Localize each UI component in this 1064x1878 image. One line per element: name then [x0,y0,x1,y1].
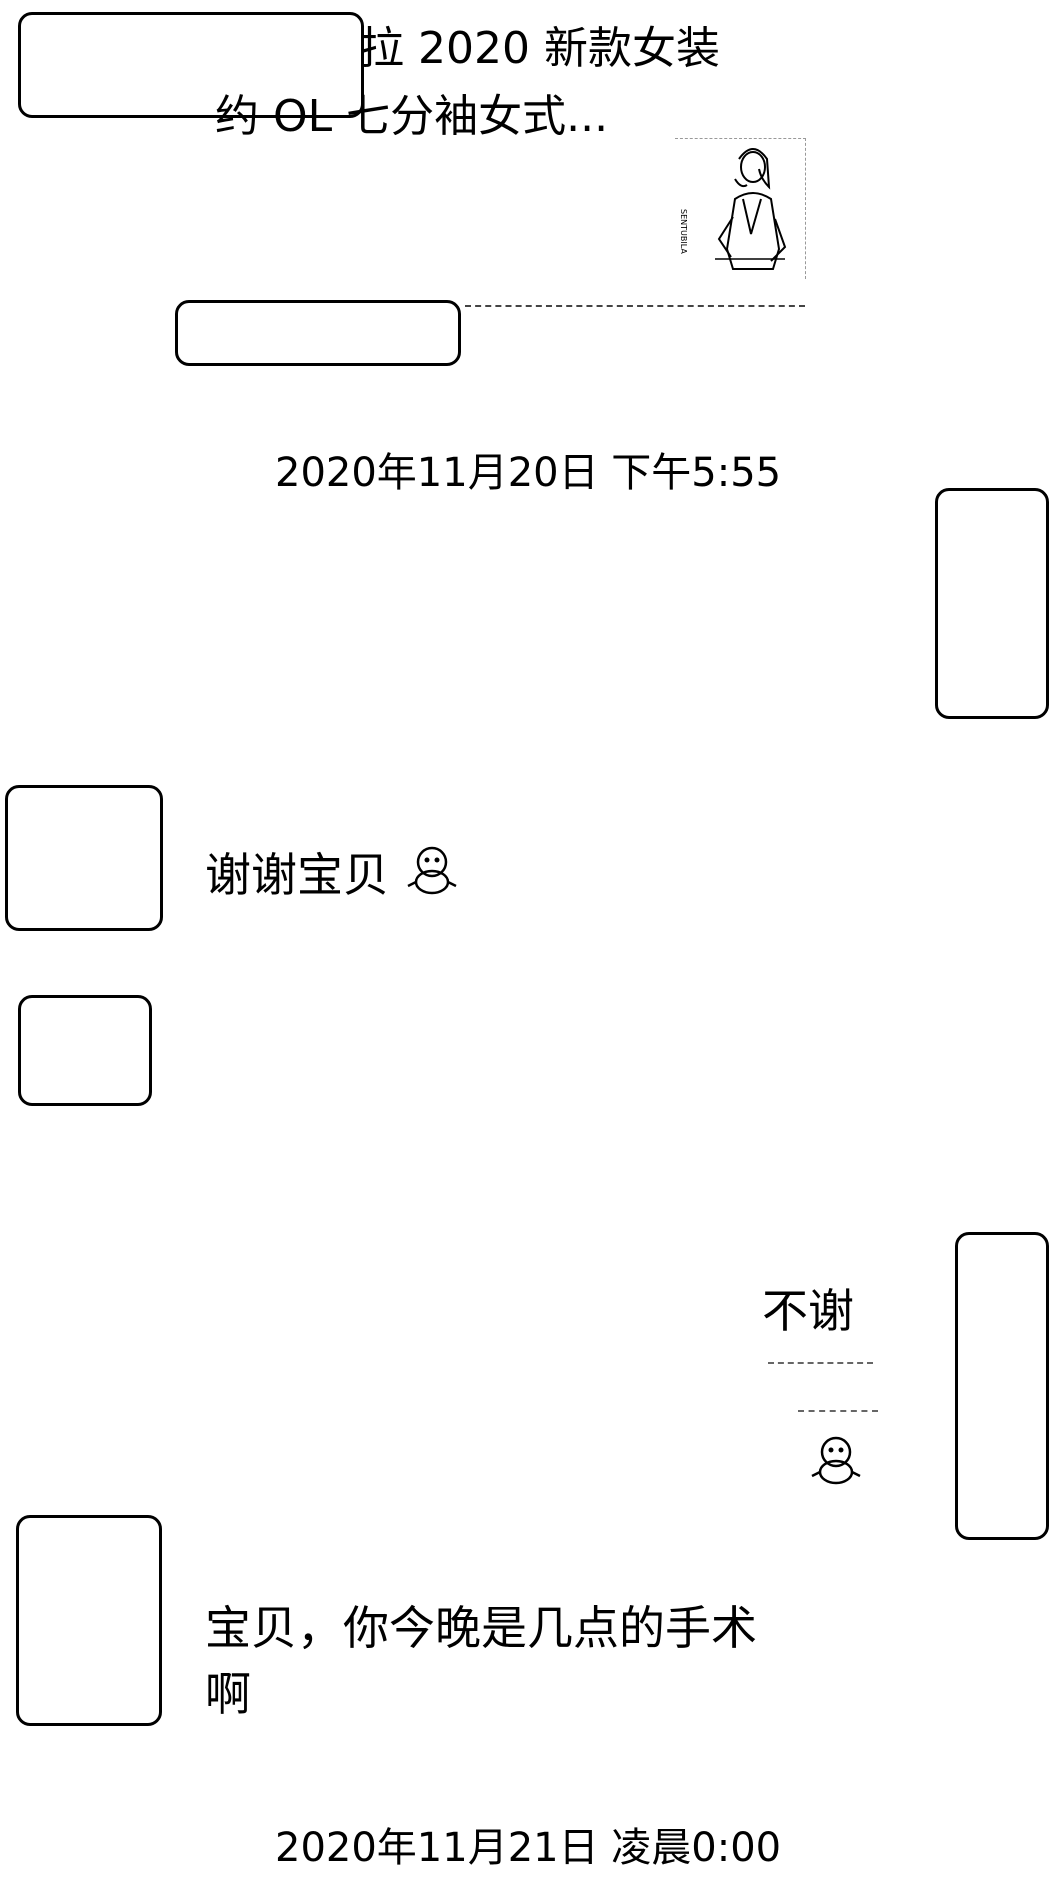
bubble-divider [768,1362,873,1364]
product-title-line-1: 拉 2020 新款女装 [360,23,720,74]
redacted-avatar-right [935,488,1049,719]
redacted-avatar-left [5,785,163,931]
redacted-avatar-left-small [18,995,152,1106]
message-bubble-right[interactable]: 不谢 [740,1240,920,1540]
redacted-avatar-right [955,1232,1049,1540]
qq-penguin-icon [404,842,460,915]
bubble-divider [798,1410,878,1412]
product-title-line-2: 约 OL 七分袖女式... [215,91,609,142]
card-divider [465,305,805,307]
redacted-product-source [175,300,461,366]
qq-penguin-icon [808,1432,864,1492]
thumb-brand-text: SENTUBILA [679,209,688,254]
message-bubble-left[interactable]: 谢谢宝贝 [205,842,460,915]
message-timestamp: 2020年11月20日 下午5:55 [275,450,782,496]
message-text-line-2: 啊 [205,1667,251,1721]
woman-in-blazer-image: SENTUBILA [679,148,787,270]
message-text: 不谢 [762,1284,854,1338]
message-text: 谢谢宝贝 [205,848,389,902]
product-thumbnail-image[interactable]: SENTUBILA [675,138,806,279]
shared-product-card[interactable]: 拉 2020 新款女装 约 OL 七分袖女式... SENTUBILA [0,0,820,370]
message-bubble-left[interactable]: 宝贝，你今晚是几点的手术 啊 [205,1595,757,1727]
redacted-avatar-left [16,1515,162,1726]
message-timestamp: 2020年11月21日 凌晨0:00 [275,1825,782,1871]
message-text-line-1: 宝贝，你今晚是几点的手术 [205,1601,757,1655]
